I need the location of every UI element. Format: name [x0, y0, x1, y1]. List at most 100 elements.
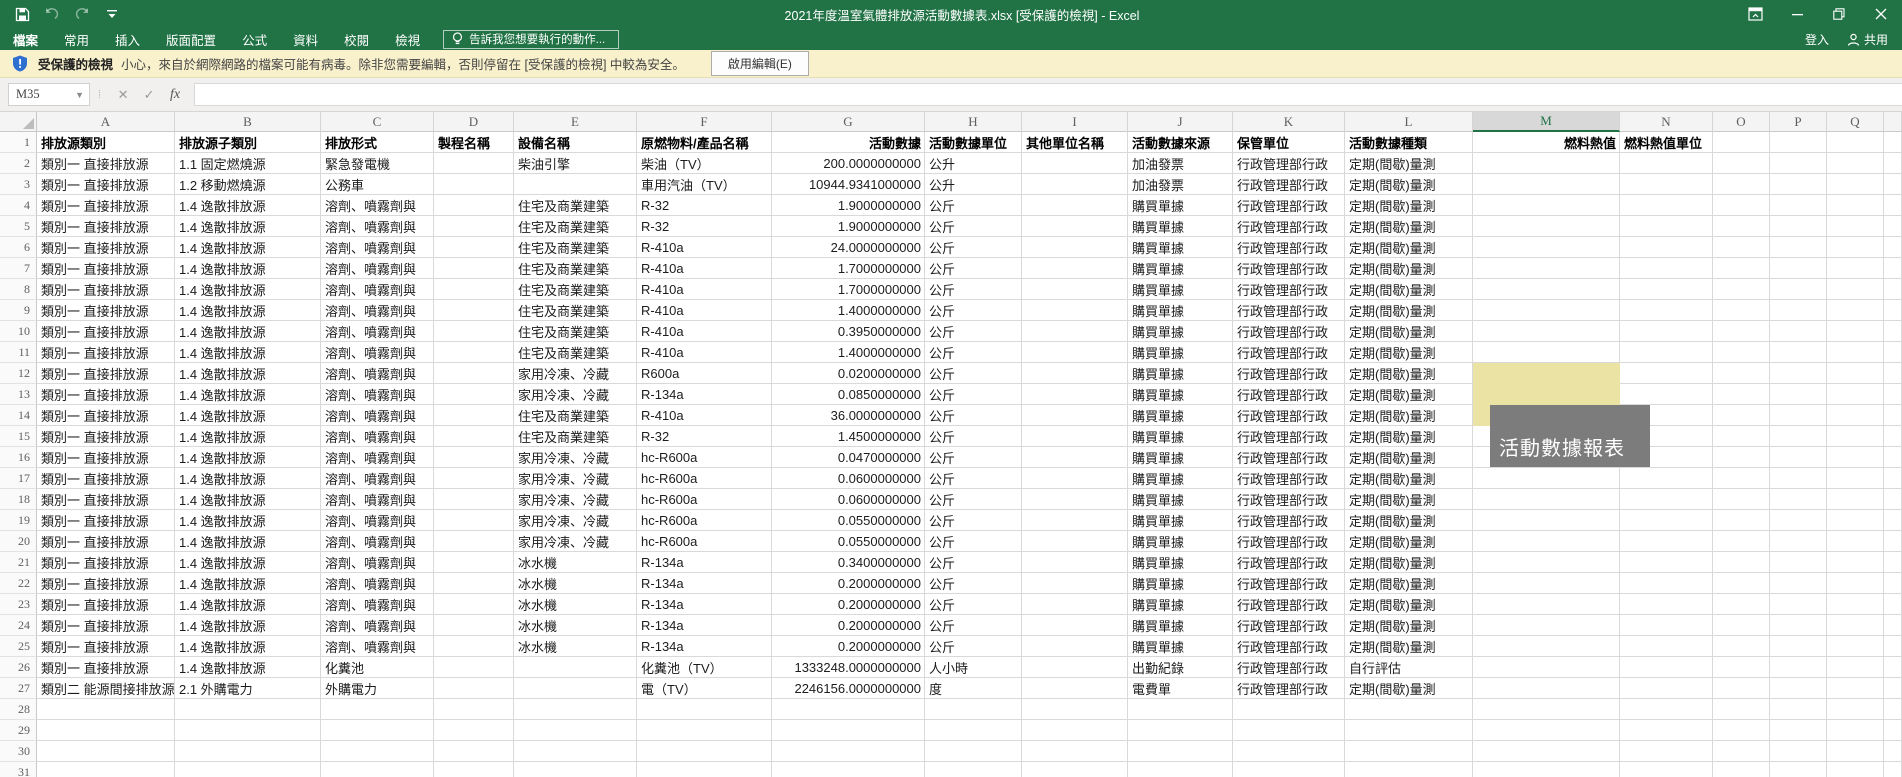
- row-header-9[interactable]: 9: [0, 300, 37, 321]
- cell-B3[interactable]: 1.2 移動燃燒源: [175, 174, 321, 195]
- cell-D13[interactable]: [434, 384, 514, 405]
- cell-N13[interactable]: [1620, 384, 1713, 405]
- cell-M1[interactable]: 燃料熱值: [1473, 132, 1620, 153]
- cell-M2[interactable]: [1473, 153, 1620, 174]
- cell-A20[interactable]: 類別一 直接排放源: [37, 531, 175, 552]
- cell-D28[interactable]: [434, 699, 514, 720]
- cell-C17[interactable]: 溶劑、噴霧劑與: [321, 468, 434, 489]
- customize-quick-access-icon[interactable]: [104, 6, 120, 22]
- cell-x23[interactable]: [1884, 594, 1902, 615]
- cell-F19[interactable]: hc-R600a: [637, 510, 772, 531]
- cell-F18[interactable]: hc-R600a: [637, 489, 772, 510]
- cell-x7[interactable]: [1884, 258, 1902, 279]
- column-header-O[interactable]: O: [1713, 112, 1770, 132]
- cell-I5[interactable]: [1022, 216, 1128, 237]
- cell-A29[interactable]: [37, 720, 175, 741]
- cell-Q30[interactable]: [1827, 741, 1884, 762]
- cell-K13[interactable]: 行政管理部行政: [1233, 384, 1345, 405]
- cell-A25[interactable]: 類別一 直接排放源: [37, 636, 175, 657]
- cell-H5[interactable]: 公斤: [925, 216, 1022, 237]
- cell-D14[interactable]: [434, 405, 514, 426]
- cell-I27[interactable]: [1022, 678, 1128, 699]
- cell-M31[interactable]: [1473, 762, 1620, 777]
- cell-x15[interactable]: [1884, 426, 1902, 447]
- cell-K18[interactable]: 行政管理部行政: [1233, 489, 1345, 510]
- cell-F14[interactable]: R-410a: [637, 405, 772, 426]
- cell-H10[interactable]: 公斤: [925, 321, 1022, 342]
- cell-N26[interactable]: [1620, 657, 1713, 678]
- cell-x21[interactable]: [1884, 552, 1902, 573]
- cell-F1[interactable]: 原燃物料/產品名稱: [637, 132, 772, 153]
- cell-G26[interactable]: 1333248.0000000000: [772, 657, 925, 678]
- row-header-3[interactable]: 3: [0, 174, 37, 195]
- cell-I17[interactable]: [1022, 468, 1128, 489]
- cell-Q27[interactable]: [1827, 678, 1884, 699]
- row-header-12[interactable]: 12: [0, 363, 37, 384]
- cell-F26[interactable]: 化糞池（TV）: [637, 657, 772, 678]
- cell-D6[interactable]: [434, 237, 514, 258]
- cell-Q1[interactable]: [1827, 132, 1884, 153]
- cell-P31[interactable]: [1770, 762, 1827, 777]
- cell-B30[interactable]: [175, 741, 321, 762]
- cell-D7[interactable]: [434, 258, 514, 279]
- cell-J25[interactable]: 購買單據: [1128, 636, 1233, 657]
- cell-G29[interactable]: [772, 720, 925, 741]
- cell-A11[interactable]: 類別一 直接排放源: [37, 342, 175, 363]
- cell-G16[interactable]: 0.0470000000: [772, 447, 925, 468]
- column-header-C[interactable]: C: [321, 112, 434, 132]
- cell-B28[interactable]: [175, 699, 321, 720]
- cell-M7[interactable]: [1473, 258, 1620, 279]
- cell-G12[interactable]: 0.0200000000: [772, 363, 925, 384]
- cell-Q8[interactable]: [1827, 279, 1884, 300]
- row-header-1[interactable]: 1: [0, 132, 37, 153]
- cell-x2[interactable]: [1884, 153, 1902, 174]
- cell-G9[interactable]: 1.4000000000: [772, 300, 925, 321]
- ribbon-tab-4[interactable]: 版面配置: [153, 28, 229, 50]
- cell-L30[interactable]: [1345, 741, 1473, 762]
- cell-E22[interactable]: 冰水機: [514, 573, 637, 594]
- cell-G8[interactable]: 1.7000000000: [772, 279, 925, 300]
- cell-A22[interactable]: 類別一 直接排放源: [37, 573, 175, 594]
- cell-D17[interactable]: [434, 468, 514, 489]
- cell-A5[interactable]: 類別一 直接排放源: [37, 216, 175, 237]
- cell-J2[interactable]: 加油發票: [1128, 153, 1233, 174]
- cell-M10[interactable]: [1473, 321, 1620, 342]
- cell-I22[interactable]: [1022, 573, 1128, 594]
- cell-Q17[interactable]: [1827, 468, 1884, 489]
- insert-function-icon[interactable]: fx: [162, 83, 188, 106]
- cell-O28[interactable]: [1713, 699, 1770, 720]
- cell-K11[interactable]: 行政管理部行政: [1233, 342, 1345, 363]
- cell-K7[interactable]: 行政管理部行政: [1233, 258, 1345, 279]
- row-header-5[interactable]: 5: [0, 216, 37, 237]
- cell-O25[interactable]: [1713, 636, 1770, 657]
- cell-E25[interactable]: 冰水機: [514, 636, 637, 657]
- cell-E3[interactable]: [514, 174, 637, 195]
- cell-P20[interactable]: [1770, 531, 1827, 552]
- cell-H1[interactable]: 活動數據單位: [925, 132, 1022, 153]
- cell-A3[interactable]: 類別一 直接排放源: [37, 174, 175, 195]
- cell-K9[interactable]: 行政管理部行政: [1233, 300, 1345, 321]
- cell-I14[interactable]: [1022, 405, 1128, 426]
- cell-K2[interactable]: 行政管理部行政: [1233, 153, 1345, 174]
- cell-E1[interactable]: 設備名稱: [514, 132, 637, 153]
- cell-Q7[interactable]: [1827, 258, 1884, 279]
- cell-I24[interactable]: [1022, 615, 1128, 636]
- cell-B8[interactable]: 1.4 逸散排放源: [175, 279, 321, 300]
- cell-M11[interactable]: [1473, 342, 1620, 363]
- cell-L7[interactable]: 定期(間歇)量測: [1345, 258, 1473, 279]
- cell-L26[interactable]: 自行評估: [1345, 657, 1473, 678]
- cell-H24[interactable]: 公斤: [925, 615, 1022, 636]
- cell-M4[interactable]: [1473, 195, 1620, 216]
- cell-G2[interactable]: 200.0000000000: [772, 153, 925, 174]
- cell-F27[interactable]: 電（TV）: [637, 678, 772, 699]
- cell-C25[interactable]: 溶劑、噴霧劑與: [321, 636, 434, 657]
- cell-A18[interactable]: 類別一 直接排放源: [37, 489, 175, 510]
- cell-Q23[interactable]: [1827, 594, 1884, 615]
- cell-H13[interactable]: 公斤: [925, 384, 1022, 405]
- cell-K22[interactable]: 行政管理部行政: [1233, 573, 1345, 594]
- row-header-17[interactable]: 17: [0, 468, 37, 489]
- cell-J12[interactable]: 購買單據: [1128, 363, 1233, 384]
- cell-Q29[interactable]: [1827, 720, 1884, 741]
- cell-I16[interactable]: [1022, 447, 1128, 468]
- cell-N28[interactable]: [1620, 699, 1713, 720]
